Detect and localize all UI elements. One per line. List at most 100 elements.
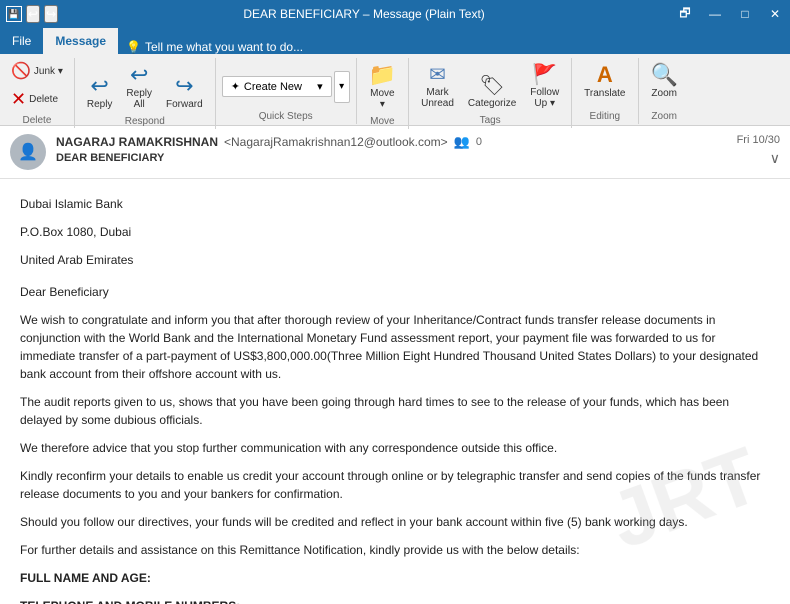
- avatar-icon: 👤: [18, 142, 38, 162]
- create-new-label: Create New: [244, 81, 302, 93]
- zoom-group-label: Zoom: [651, 111, 677, 124]
- junk-label: Junk ▾: [34, 66, 63, 77]
- body-para6: For further details and assistance on th…: [20, 541, 770, 559]
- move-button[interactable]: 📁 Move▾: [363, 58, 402, 114]
- minimize-button[interactable]: —: [700, 0, 730, 28]
- quick-steps-more-button[interactable]: ▾: [334, 71, 350, 103]
- zoom-icon: 🔍: [651, 62, 678, 88]
- sender-email: <NagarajRamakrishnan12@outlook.com>: [224, 135, 448, 149]
- follow-up-icon: 🚩: [532, 62, 557, 87]
- mark-unread-label: MarkUnread: [421, 87, 454, 109]
- sender-name: NAGARAJ RAMAKRISHNAN: [56, 135, 218, 149]
- respond-group-label: Respond: [125, 116, 165, 129]
- ribbon-group-move: 📁 Move▾ Move: [357, 58, 409, 129]
- redo-button[interactable]: ↪: [44, 5, 58, 23]
- reply-all-icon: ↩: [130, 62, 148, 88]
- salutation: Dear Beneficiary: [20, 283, 770, 301]
- tell-me-bar[interactable]: 💡 Tell me what you want to do...: [118, 40, 790, 54]
- titlebar-title-section: DEAR BENEFICIARY – Message (Plain Text): [58, 7, 670, 21]
- dropdown-arrow: ▾: [317, 80, 323, 93]
- mail-area: 👤 NAGARAJ RAMAKRISHNAN <NagarajRamakrish…: [0, 126, 790, 604]
- mail-header: 👤 NAGARAJ RAMAKRISHNAN <NagarajRamakrish…: [0, 126, 790, 179]
- zoom-label: Zoom: [651, 88, 677, 99]
- field-name: FULL NAME AND AGE:: [20, 569, 770, 587]
- collapse-button[interactable]: 🗗: [670, 0, 700, 28]
- delete-icon: ✕: [11, 89, 26, 110]
- junk-icon: 🚫: [11, 61, 31, 81]
- editing-group-label: Editing: [590, 111, 621, 124]
- country: United Arab Emirates: [20, 251, 770, 269]
- ribbon-group-quick-steps: ✦ Create New ▾ ▾ Quick Steps: [216, 58, 357, 124]
- window-controls: 🗗 — □ ✕: [670, 0, 790, 28]
- move-group-label: Move: [370, 116, 394, 129]
- mark-unread-icon: ✉: [429, 62, 446, 87]
- email-date: Fri 10/30: [737, 134, 780, 146]
- maximize-button[interactable]: □: [730, 0, 760, 28]
- delete-label: Delete: [29, 94, 58, 105]
- mark-unread-button[interactable]: ✉ MarkUnread: [415, 58, 460, 113]
- ribbon-group-tags: ✉ MarkUnread 🏷 Categorize 🚩 FollowUp ▾ T…: [409, 58, 572, 128]
- respond-buttons: ↩ Reply ↩ ReplyAll ↪ Forward: [81, 58, 209, 114]
- translate-button[interactable]: A Translate: [578, 58, 631, 103]
- bank-name: Dubai Islamic Bank: [20, 195, 770, 213]
- forward-label: Forward: [166, 99, 203, 110]
- reply-label: Reply: [87, 99, 113, 110]
- tags-group-label: Tags: [480, 115, 501, 128]
- categorize-button[interactable]: 🏷 Categorize: [462, 69, 522, 113]
- close-button[interactable]: ✕: [760, 0, 790, 28]
- reply-all-button[interactable]: ↩ ReplyAll: [120, 58, 158, 114]
- tab-message[interactable]: Message: [43, 28, 118, 54]
- email-subject: DEAR BENEFICIARY: [56, 152, 737, 164]
- po-box: P.O.Box 1080, Dubai: [20, 223, 770, 241]
- follow-up-label: FollowUp ▾: [530, 87, 559, 109]
- reply-all-label: ReplyAll: [126, 88, 152, 110]
- forward-icon: ↪: [175, 73, 193, 99]
- field-phone: TELEPHONE AND MOBILE NUMBERS:: [20, 597, 770, 604]
- plus-icon: ✦: [231, 80, 240, 93]
- tags-buttons: ✉ MarkUnread 🏷 Categorize 🚩 FollowUp ▾: [415, 58, 565, 113]
- reply-icon: ↩: [90, 73, 108, 99]
- editing-buttons: A Translate: [578, 58, 631, 103]
- delete-buttons: 🚫 Junk ▾ ✕ Delete: [6, 58, 68, 113]
- translate-icon: A: [597, 62, 613, 88]
- ribbon-group-delete: 🚫 Junk ▾ ✕ Delete Delete: [0, 58, 75, 128]
- body-para3: We therefore advice that you stop furthe…: [20, 439, 770, 457]
- categorize-label: Categorize: [468, 98, 516, 109]
- junk-button[interactable]: 🚫 Junk ▾: [6, 58, 68, 84]
- mail-meta: NAGARAJ RAMAKRISHNAN <NagarajRamakrishna…: [56, 134, 737, 164]
- ribbon-tabs-bar: File Message 💡 Tell me what you want to …: [0, 28, 790, 54]
- expand-button[interactable]: ∨: [770, 150, 780, 167]
- tab-file[interactable]: File: [0, 28, 43, 54]
- address-block: Dubai Islamic Bank P.O.Box 1080, Dubai U…: [20, 195, 770, 269]
- app-icon: 💾: [6, 6, 22, 22]
- titlebar: 💾 ↩ ↪ DEAR BENEFICIARY – Message (Plain …: [0, 0, 790, 28]
- mail-body: Dubai Islamic Bank P.O.Box 1080, Dubai U…: [0, 179, 790, 604]
- people-icon: 👥: [454, 134, 470, 150]
- quick-steps-label: Quick Steps: [259, 111, 313, 124]
- body-para1: We wish to congratulate and inform you t…: [20, 311, 770, 383]
- reply-button[interactable]: ↩ Reply: [81, 69, 119, 114]
- zoom-buttons: 🔍 Zoom: [645, 58, 684, 103]
- zoom-button[interactable]: 🔍 Zoom: [645, 58, 684, 103]
- move-label: Move▾: [370, 88, 394, 110]
- lightbulb-icon: 💡: [126, 40, 141, 54]
- delete-button[interactable]: ✕ Delete: [6, 86, 68, 113]
- categorize-icon: 🏷: [479, 73, 504, 98]
- create-new-button[interactable]: ✦ Create New ▾: [222, 76, 332, 97]
- body-para5: Should you follow our directives, your f…: [20, 513, 770, 531]
- body-para2: The audit reports given to us, shows tha…: [20, 393, 770, 429]
- translate-label: Translate: [584, 88, 625, 99]
- people-count: 0: [476, 136, 482, 148]
- forward-button[interactable]: ↪ Forward: [160, 69, 209, 114]
- fields-section: FULL NAME AND AGE: TELEPHONE AND MOBILE …: [20, 569, 770, 604]
- avatar: 👤: [10, 134, 46, 170]
- ribbon-group-respond: ↩ Reply ↩ ReplyAll ↪ Forward Respond: [75, 58, 216, 129]
- undo-button[interactable]: ↩: [26, 5, 40, 23]
- follow-up-button[interactable]: 🚩 FollowUp ▾: [524, 58, 565, 113]
- ribbon-group-zoom: 🔍 Zoom Zoom: [639, 58, 690, 124]
- titlebar-left: 💾 ↩ ↪: [0, 5, 58, 23]
- delete-group-label: Delete: [22, 115, 51, 128]
- ribbon: 🚫 Junk ▾ ✕ Delete Delete ↩ Reply ↩ Reply…: [0, 54, 790, 126]
- tell-me-text: Tell me what you want to do...: [145, 40, 303, 54]
- window-title: DEAR BENEFICIARY – Message (Plain Text): [243, 7, 484, 21]
